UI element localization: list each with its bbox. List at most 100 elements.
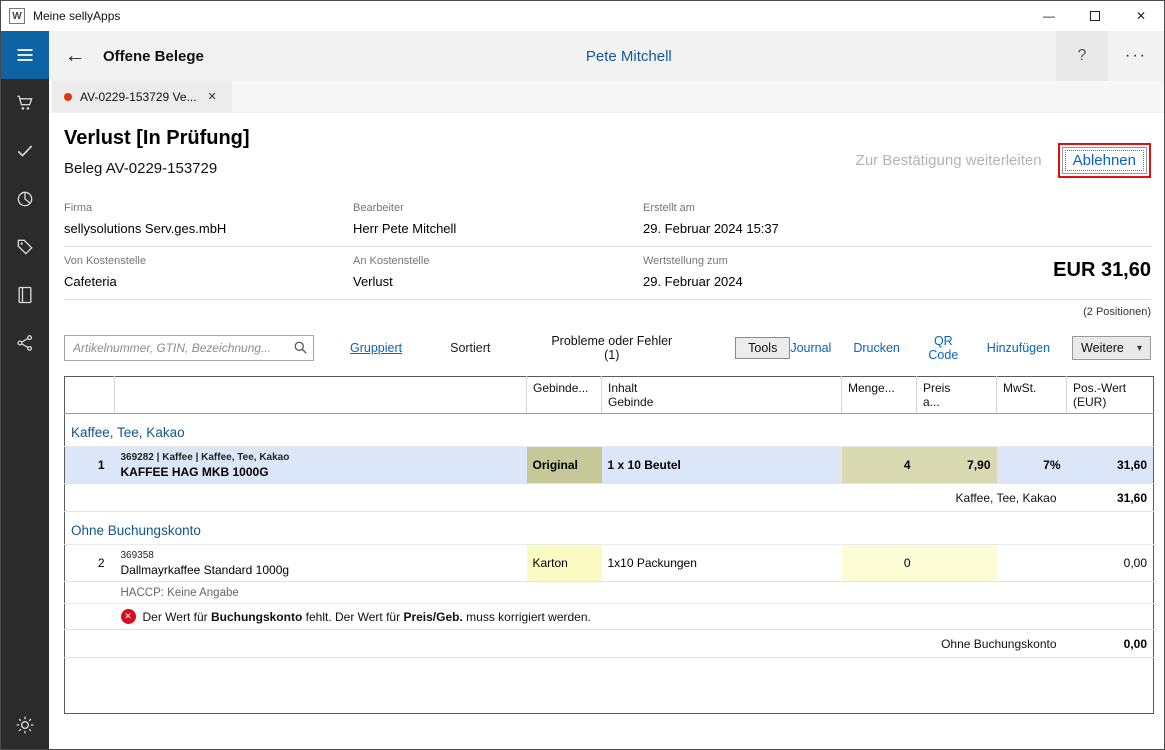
item-wert-cell: 31,60 bbox=[1067, 447, 1154, 484]
table-row-item-2[interactable]: 2 369358 Dallmayrkaffee Standard 1000g K… bbox=[65, 545, 1154, 582]
minimize-icon: — bbox=[1043, 9, 1055, 23]
document-title: Verlust [In Prüfung] bbox=[64, 127, 250, 150]
group-header-row: Kaffee, Tee, Kakao bbox=[65, 414, 1154, 447]
help-button[interactable]: ? bbox=[1056, 31, 1108, 81]
current-user-link[interactable]: Pete Mitchell bbox=[586, 48, 672, 65]
sidebar-item-settings[interactable] bbox=[1, 701, 49, 749]
field-an-kostenstelle-value: Verlust bbox=[353, 274, 643, 289]
item-menge-cell[interactable]: 4 bbox=[842, 447, 917, 484]
app-icon: W bbox=[9, 8, 25, 24]
app-window: W Meine sellyApps — ✕ bbox=[0, 0, 1165, 750]
maximize-icon bbox=[1090, 11, 1100, 21]
column-header-mwst[interactable]: MwSt. bbox=[997, 377, 1067, 414]
minimize-button[interactable]: — bbox=[1026, 1, 1072, 31]
item-mwst-cell: 7% bbox=[997, 447, 1067, 484]
document-total: EUR 31,60 bbox=[1053, 259, 1151, 282]
validation-error-cell: ✕ Der Wert für Buchungskonto fehlt. Der W… bbox=[115, 604, 1154, 630]
sidebar-item-reports[interactable] bbox=[1, 175, 49, 223]
table-filler-row bbox=[65, 658, 1154, 714]
item-article-cell: 369358 Dallmayrkaffee Standard 1000g bbox=[115, 545, 527, 582]
subtotal-value-kaffee: 31,60 bbox=[1067, 484, 1154, 512]
item-number-cell: 2 bbox=[65, 545, 115, 582]
error-spacer-cell bbox=[65, 604, 115, 630]
document-area: Verlust [In Prüfung] Beleg AV-0229-15372… bbox=[49, 113, 1164, 749]
more-options-button[interactable]: ··· bbox=[1108, 31, 1164, 81]
field-von-kostenstelle: Von Kostenstelle Cafeteria bbox=[64, 255, 353, 289]
column-header-wert[interactable]: Pos.-Wert (EUR) bbox=[1067, 377, 1154, 414]
tab-label: AV-0229-153729 Ve... bbox=[80, 90, 197, 104]
item-preis-cell[interactable] bbox=[917, 545, 997, 582]
search-wrap bbox=[64, 335, 314, 361]
journal-link[interactable]: Journal bbox=[790, 341, 831, 355]
item-article-cell: 369282 | Kaffee | Kaffee, Tee, Kakao KAF… bbox=[115, 447, 527, 484]
sidebar bbox=[1, 31, 49, 749]
window-controls: — ✕ bbox=[1026, 1, 1164, 31]
tab-close-icon[interactable]: ✕ bbox=[205, 88, 220, 105]
hamburger-menu-button[interactable] bbox=[1, 31, 49, 79]
close-button[interactable]: ✕ bbox=[1118, 1, 1164, 31]
positions-count: (2 Positionen) bbox=[64, 306, 1151, 318]
haccp-note: HACCP: Keine Angabe bbox=[115, 582, 1154, 604]
table-row-item-1[interactable]: 1 369282 | Kaffee | Kaffee, Tee, Kakao K… bbox=[65, 447, 1154, 484]
error-message: Der Wert für Buchungskonto fehlt. Der We… bbox=[143, 610, 591, 624]
item-article-name: Dallmayrkaffee Standard 1000g bbox=[121, 563, 521, 577]
tab-document[interactable]: AV-0229-153729 Ve... ✕ bbox=[52, 81, 232, 112]
add-item-link[interactable]: Hinzufügen bbox=[987, 341, 1050, 355]
field-firma-value: sellysolutions Serv.ges.mbH bbox=[64, 221, 353, 236]
sorted-toggle[interactable]: Sortiert bbox=[450, 341, 490, 355]
book-icon bbox=[15, 285, 35, 305]
column-header-menge[interactable]: Menge... bbox=[842, 377, 917, 414]
print-link[interactable]: Drucken bbox=[853, 341, 900, 355]
item-inhalt-cell: 1x10 Packungen bbox=[602, 545, 842, 582]
qr-code-link[interactable]: QR Code bbox=[922, 334, 965, 362]
group-header-ohne-buchungskonto[interactable]: Ohne Buchungskonto bbox=[65, 512, 1154, 545]
field-firma-label: Firma bbox=[64, 202, 353, 214]
sidebar-item-network[interactable] bbox=[1, 319, 49, 367]
column-header-inhalt[interactable]: Inhalt Gebinde bbox=[602, 377, 842, 414]
problems-filter-toggle[interactable]: Probleme oder Fehler (1) bbox=[546, 334, 677, 362]
unsaved-dot-icon bbox=[64, 93, 72, 101]
error-icon: ✕ bbox=[121, 609, 136, 624]
column-header-preis[interactable]: Preis a... bbox=[917, 377, 997, 414]
group-header-row: Ohne Buchungskonto bbox=[65, 512, 1154, 545]
item-gebinde-cell[interactable]: Original bbox=[527, 447, 602, 484]
document-number: Beleg AV-0229-153729 bbox=[64, 160, 250, 177]
column-header-gebinde[interactable]: Gebinde... bbox=[527, 377, 602, 414]
pie-chart-icon bbox=[15, 189, 35, 209]
item-gebinde-cell[interactable]: Karton bbox=[527, 545, 602, 582]
fields-row-2: Von Kostenstelle Cafeteria An Kostenstel… bbox=[64, 247, 1151, 300]
field-erstellt-am: Erstellt am 29. Februar 2024 15:37 bbox=[643, 202, 1151, 236]
field-an-kostenstelle: An Kostenstelle Verlust bbox=[353, 255, 643, 289]
subtotal-label-ohne-buchungskonto: Ohne Buchungskonto bbox=[65, 630, 1067, 658]
tag-icon bbox=[15, 237, 35, 257]
sidebar-item-tasks[interactable] bbox=[1, 127, 49, 175]
sidebar-item-prices[interactable] bbox=[1, 223, 49, 271]
sidebar-item-cart[interactable] bbox=[1, 79, 49, 127]
item-article-meta: 369282 | Kaffee | Kaffee, Tee, Kakao bbox=[121, 452, 521, 463]
haccp-spacer-cell bbox=[65, 582, 115, 604]
window-title: Meine sellyApps bbox=[33, 9, 120, 23]
tools-button[interactable]: Tools bbox=[735, 337, 790, 359]
more-actions-dropdown[interactable]: Weitere ▾ bbox=[1072, 336, 1151, 360]
chevron-down-icon: ▾ bbox=[1137, 343, 1142, 354]
article-search-input[interactable] bbox=[64, 335, 314, 361]
back-button[interactable]: ← bbox=[53, 31, 97, 81]
close-icon: ✕ bbox=[1136, 9, 1146, 23]
fields-row-1: Firma sellysolutions Serv.ges.mbH Bearbe… bbox=[64, 194, 1151, 247]
reject-button[interactable]: Ablehnen bbox=[1062, 147, 1147, 174]
maximize-button[interactable] bbox=[1072, 1, 1118, 31]
items-toolbar: Gruppiert Sortiert Probleme oder Fehler … bbox=[64, 334, 1151, 362]
group-header-kaffee[interactable]: Kaffee, Tee, Kakao bbox=[65, 414, 1154, 447]
item-preis-cell[interactable]: 7,90 bbox=[917, 447, 997, 484]
item-menge-cell[interactable]: 0 bbox=[842, 545, 917, 582]
field-firma: Firma sellysolutions Serv.ges.mbH bbox=[64, 202, 353, 236]
forward-for-confirmation-button[interactable]: Zur Bestätigung weiterleiten bbox=[856, 152, 1042, 169]
gear-icon bbox=[15, 715, 35, 735]
grouped-toggle[interactable]: Gruppiert bbox=[350, 341, 402, 355]
ellipsis-icon: ··· bbox=[1125, 47, 1147, 64]
sidebar-item-journal[interactable] bbox=[1, 271, 49, 319]
column-header-number bbox=[65, 377, 115, 414]
titlebar-left: W Meine sellyApps bbox=[1, 8, 120, 24]
cart-icon bbox=[15, 93, 35, 113]
document-actions: Zur Bestätigung weiterleiten Ablehnen bbox=[856, 143, 1151, 178]
